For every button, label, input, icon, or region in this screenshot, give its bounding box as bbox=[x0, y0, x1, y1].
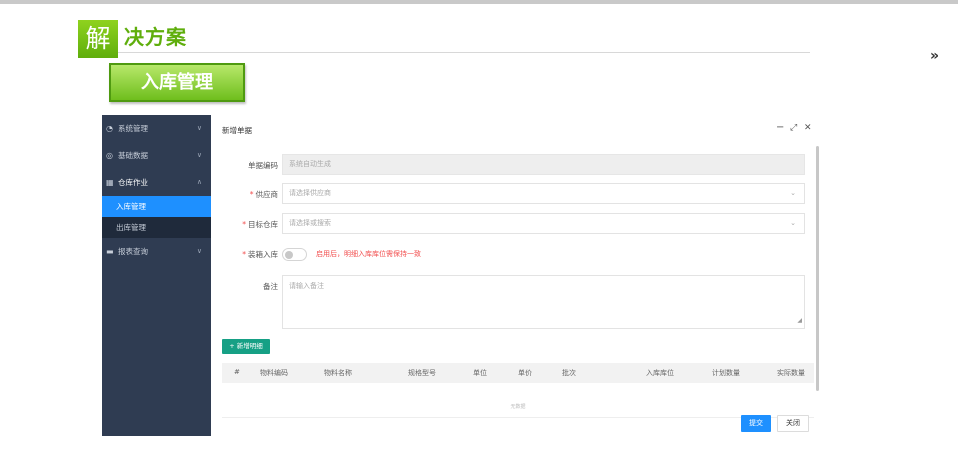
required-mark: * bbox=[242, 250, 246, 259]
top-divider bbox=[0, 0, 958, 4]
new-document-dialog: 新增单据 − ⤢ ✕ 单据编码 系统自动生成 * 供应商 请选择供应商 ⌄ * 目标… bbox=[214, 118, 822, 438]
column-header[interactable]: 单位 bbox=[473, 368, 487, 378]
circle-icon: ◎ bbox=[106, 151, 113, 160]
required-mark: * bbox=[242, 220, 246, 229]
next-page-icon[interactable]: » bbox=[930, 48, 939, 64]
supplier-select[interactable]: 请选择供应商 ⌄ bbox=[282, 183, 805, 204]
sidebar-item-label: 报表查询 bbox=[118, 247, 148, 256]
chevron-down-icon: ∨ bbox=[196, 124, 202, 132]
section-title: 入库管理 bbox=[109, 63, 245, 102]
chevron-down-icon: ⌄ bbox=[790, 219, 796, 227]
detail-grid-body: 无数据 bbox=[222, 383, 814, 418]
sidebar-item-system[interactable]: ◔ 系统管理 ∨ bbox=[102, 115, 211, 142]
resize-handle-icon[interactable]: ◢ bbox=[797, 315, 802, 327]
supplier-label: * 供应商 bbox=[249, 190, 278, 199]
sidebar-item-label: 仓库作业 bbox=[118, 178, 148, 187]
column-header[interactable]: 入库库位 bbox=[646, 368, 674, 378]
chevron-up-icon: ∧ bbox=[196, 178, 202, 186]
sidebar-subitem-outbound[interactable]: 出库管理 bbox=[102, 217, 211, 238]
banner-divider bbox=[118, 52, 810, 53]
close-icon[interactable]: ✕ bbox=[804, 123, 812, 133]
sidebar-item-basic-data[interactable]: ◎ 基础数据 ∨ bbox=[102, 142, 211, 169]
box-inbound-hint: 启用后，明细入库库位需保持一致 bbox=[316, 250, 421, 258]
detail-grid-header: # 物料编码 物料名称 规格型号 单位 单价 批次 入库库位 计划数量 实际数量 bbox=[222, 363, 814, 383]
box-inbound-toggle[interactable] bbox=[282, 248, 307, 261]
sidebar-item-reports[interactable]: ▬ 报表查询 ∨ bbox=[102, 238, 211, 265]
minimize-icon[interactable]: − bbox=[776, 122, 784, 133]
banner-big-char: 解 bbox=[78, 20, 118, 58]
dialog-title: 新增单据 bbox=[222, 126, 252, 135]
close-button[interactable]: 关闭 bbox=[777, 415, 809, 432]
gauge-icon: ◔ bbox=[106, 124, 113, 133]
column-header[interactable]: 物料名称 bbox=[324, 368, 352, 378]
sidebar-item-label: 基础数据 bbox=[118, 151, 148, 160]
column-header[interactable]: # bbox=[234, 368, 240, 376]
sidebar: ◔ 系统管理 ∨ ◎ 基础数据 ∨ ▦ 仓库作业 ∧ 入库管理 出库管理 ▬ 报… bbox=[102, 115, 211, 436]
toggle-knob bbox=[285, 251, 293, 259]
doc-code-field: 系统自动生成 bbox=[282, 154, 805, 175]
add-detail-button[interactable]: + 新增明细 bbox=[222, 339, 270, 354]
remark-textarea[interactable]: 请输入备注 ◢ bbox=[282, 275, 805, 329]
chevron-down-icon: ∨ bbox=[196, 151, 202, 159]
box-inbound-label: * 装箱入库 bbox=[242, 250, 278, 259]
empty-state-text: 无数据 bbox=[510, 404, 526, 410]
submit-button[interactable]: 提交 bbox=[741, 415, 771, 432]
chevron-down-icon: ∨ bbox=[196, 247, 202, 255]
dialog-scrollbar[interactable] bbox=[816, 146, 819, 391]
sidebar-item-label: 系统管理 bbox=[118, 124, 148, 133]
warehouse-icon: ▦ bbox=[106, 178, 114, 187]
column-header[interactable]: 实际数量 bbox=[777, 368, 814, 378]
column-header[interactable]: 规格型号 bbox=[408, 368, 436, 378]
target-warehouse-select[interactable]: 请选择或搜索 ⌄ bbox=[282, 213, 805, 234]
target-warehouse-label: * 目标仓库 bbox=[242, 220, 278, 229]
doc-code-label: 单据编码 bbox=[248, 161, 278, 170]
column-header[interactable]: 单价 bbox=[518, 368, 532, 378]
column-header[interactable]: 批次 bbox=[562, 368, 576, 378]
required-mark: * bbox=[249, 190, 254, 199]
sidebar-item-warehouse[interactable]: ▦ 仓库作业 ∧ bbox=[102, 169, 211, 196]
column-header[interactable]: 物料编码 bbox=[260, 368, 288, 378]
chevron-down-icon: ⌄ bbox=[790, 189, 796, 197]
report-icon: ▬ bbox=[106, 247, 114, 256]
maximize-icon[interactable]: ⤢ bbox=[790, 123, 797, 133]
remark-label: 备注 bbox=[263, 282, 278, 291]
column-header[interactable]: 计划数量 bbox=[712, 368, 740, 378]
sidebar-subitem-inbound[interactable]: 入库管理 bbox=[102, 196, 211, 217]
